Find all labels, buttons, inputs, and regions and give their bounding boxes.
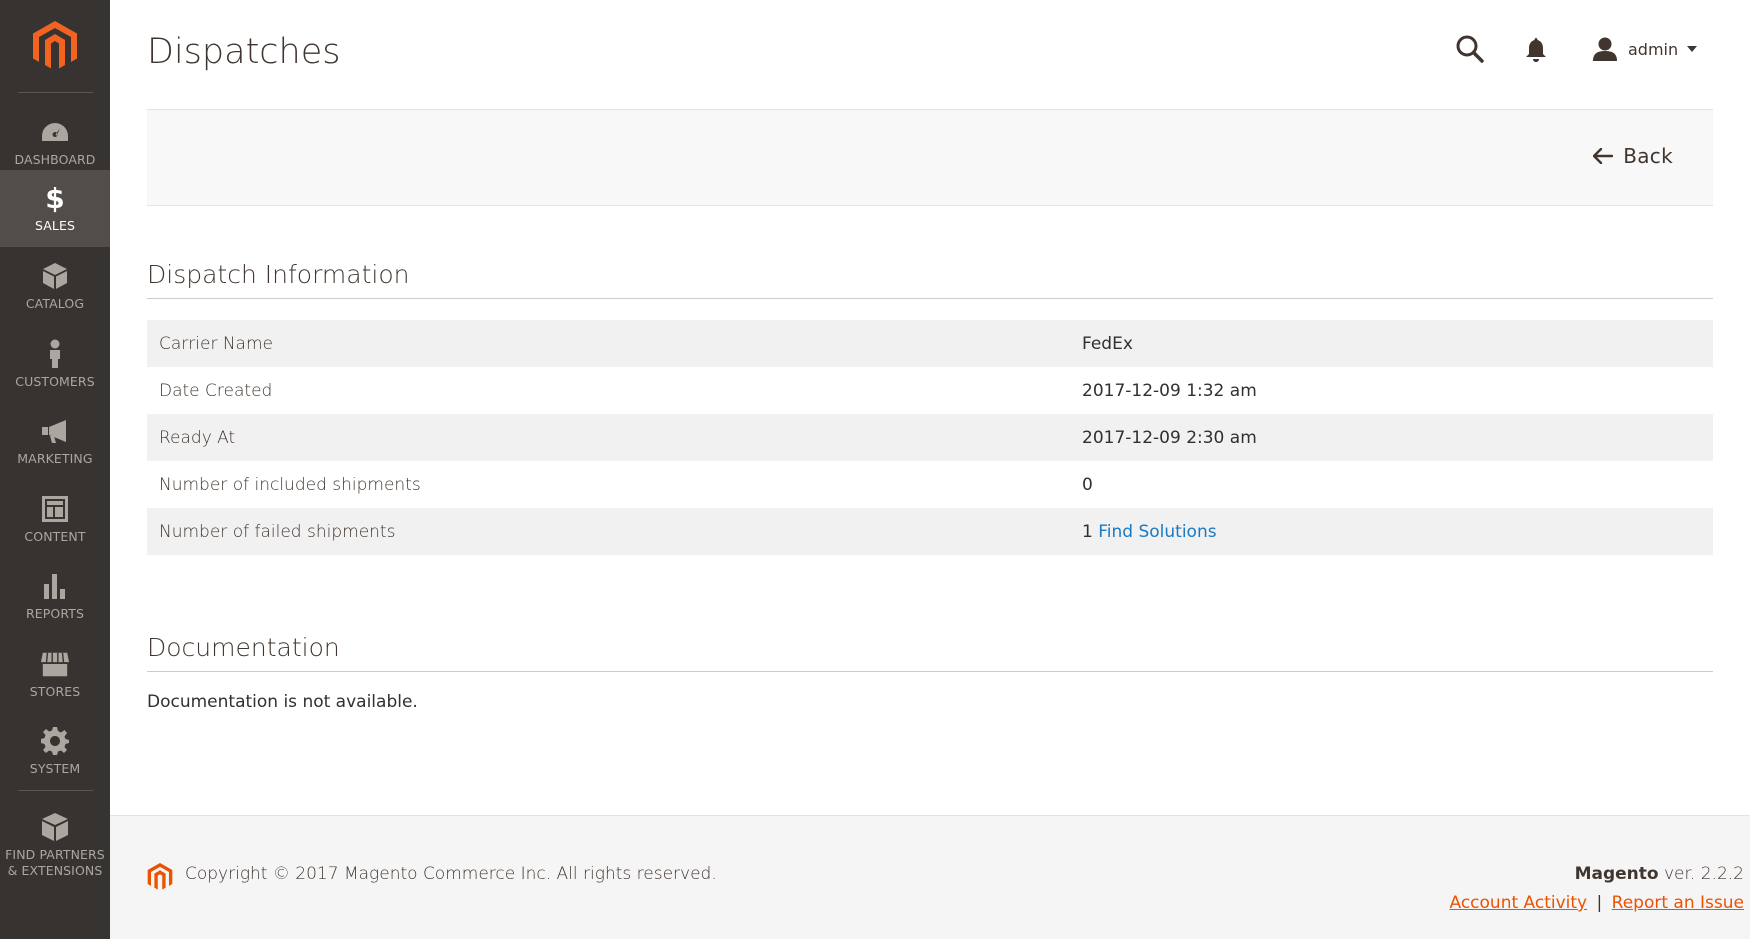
dispatch-info-table: Carrier Name FedEx Date Created 2017-12-…	[147, 320, 1713, 555]
sidebar-item-label: FIND PARTNERS & EXTENSIONS	[5, 847, 105, 879]
version-number: ver. 2.2.2	[1658, 864, 1744, 884]
storefront-icon	[40, 649, 70, 679]
user-account-menu[interactable]: admin	[1592, 34, 1698, 64]
sidebar-item-catalog[interactable]: CATALOG	[0, 248, 110, 325]
cubes-icon	[40, 812, 70, 842]
sidebar-item-find-partners[interactable]: FIND PARTNERS & EXTENSIONS	[0, 800, 110, 890]
sidebar-item-label: REPORTS	[25, 606, 84, 621]
magento-logo-icon	[33, 21, 77, 69]
row-label: Carrier Name	[159, 333, 273, 354]
documentation-text: Documentation is not available.	[147, 692, 418, 712]
find-solutions-link[interactable]: Find Solutions	[1098, 522, 1216, 542]
dashboard-icon	[40, 117, 70, 147]
row-label: Date Created	[159, 380, 273, 401]
section-divider	[147, 298, 1713, 299]
sidebar-item-marketing[interactable]: MARKETING	[0, 403, 110, 480]
sidebar-item-reports[interactable]: REPORTS	[0, 558, 110, 635]
sidebar-item-sales[interactable]: $ SALES	[0, 170, 110, 247]
sidebar-item-label: SALES	[34, 218, 75, 233]
table-row-included-shipments: Number of included shipments 0	[147, 461, 1713, 508]
dollar-icon: $	[40, 183, 70, 213]
back-button[interactable]: Back	[1593, 144, 1673, 168]
footer-links: Account Activity | Report an Issue	[1450, 893, 1745, 913]
copyright-text: Copyright © 2017 Magento Commerce Inc. A…	[185, 864, 717, 884]
sidebar-item-label: MARKETING	[17, 451, 93, 466]
sidebar-item-label-line2: & EXTENSIONS	[7, 862, 103, 878]
row-label: Number of failed shipments	[159, 521, 396, 542]
sidebar-item-label: STORES	[29, 684, 81, 699]
footer-link-separator: |	[1596, 893, 1603, 913]
sidebar-item-content[interactable]: CONTENT	[0, 481, 110, 558]
table-row-failed-shipments: Number of failed shipments 1 Find Soluti…	[147, 508, 1713, 555]
bar-chart-icon	[40, 571, 70, 601]
section-title-dispatch-information: Dispatch Information	[147, 260, 410, 289]
bell-icon	[1526, 38, 1546, 62]
back-button-label: Back	[1623, 144, 1673, 168]
sidebar-item-label-line1: FIND PARTNERS	[5, 846, 105, 862]
row-value: 2017-12-09 2:30 am	[1082, 427, 1257, 448]
layout-icon	[40, 494, 70, 524]
box-icon	[40, 261, 70, 291]
sidebar-item-customers[interactable]: CUSTOMERS	[0, 326, 110, 403]
brand-name: Magento	[1574, 864, 1659, 884]
sidebar-item-label: CUSTOMERS	[15, 374, 95, 389]
failed-shipments-count: 1	[1082, 521, 1093, 542]
sidebar-divider	[18, 790, 93, 791]
report-issue-link[interactable]: Report an Issue	[1612, 893, 1744, 913]
row-value: 1 Find Solutions	[1082, 508, 1713, 555]
search-icon	[1456, 35, 1484, 63]
caret-down-icon	[1687, 46, 1698, 52]
page-title: Dispatches	[147, 32, 341, 72]
user-icon	[1593, 37, 1617, 61]
gear-icon	[40, 726, 70, 756]
row-value: FedEx	[1082, 333, 1133, 354]
account-activity-link[interactable]: Account Activity	[1450, 893, 1588, 913]
row-label: Ready At	[159, 427, 236, 448]
sidebar-item-label: CONTENT	[24, 529, 86, 544]
magento-logo[interactable]	[0, 0, 110, 92]
sidebar-item-label: DASHBOARD	[14, 152, 96, 167]
user-name: admin	[1628, 39, 1679, 59]
magento-footer-logo-icon	[147, 863, 173, 890]
section-divider	[147, 671, 1713, 672]
sidebar-item-label: CATALOG	[25, 296, 85, 311]
page-footer: Copyright © 2017 Magento Commerce Inc. A…	[110, 815, 1750, 939]
arrow-left-icon	[1593, 148, 1614, 164]
sidebar-item-label: SYSTEM	[29, 761, 81, 776]
version-info: Magento ver. 2.2.2	[1575, 864, 1744, 884]
person-icon	[40, 339, 70, 369]
section-title-documentation: Documentation	[147, 633, 340, 662]
table-row-carrier-name: Carrier Name FedEx	[147, 320, 1713, 367]
row-value: 2017-12-09 1:32 am	[1082, 380, 1257, 401]
table-row-date-created: Date Created 2017-12-09 1:32 am	[147, 367, 1713, 414]
sidebar-item-stores[interactable]: STORES	[0, 636, 110, 713]
svg-text:$: $	[45, 183, 64, 213]
global-search-button[interactable]	[1455, 34, 1485, 64]
page-actions-bar: Back	[147, 109, 1713, 206]
sidebar-item-system[interactable]: SYSTEM	[0, 713, 110, 790]
notifications-button[interactable]	[1524, 37, 1552, 65]
admin-sidebar: DASHBOARD $ SALES CATALOG CUSTOMERS MARK…	[0, 0, 110, 939]
row-value: 0	[1082, 474, 1093, 495]
sidebar-divider	[18, 92, 93, 93]
row-label: Number of included shipments	[159, 474, 421, 495]
table-row-ready-at: Ready At 2017-12-09 2:30 am	[147, 414, 1713, 461]
megaphone-icon	[40, 416, 70, 446]
